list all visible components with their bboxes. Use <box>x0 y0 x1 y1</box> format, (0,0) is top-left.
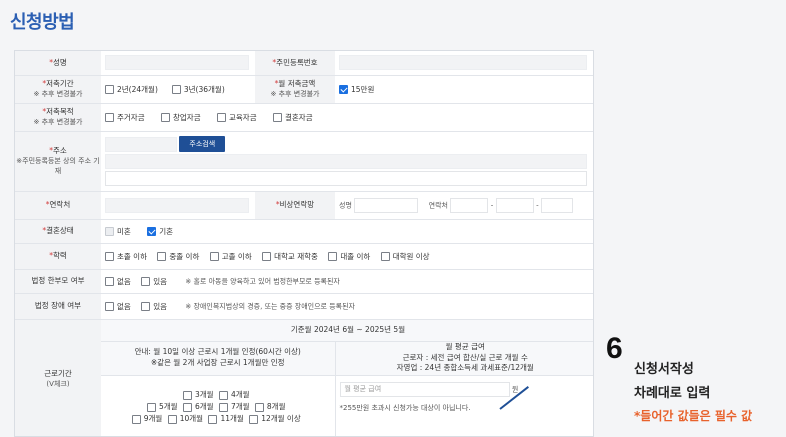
income-cell: 월 평균 급여 원 *255만원 초과시 신청가능 대상이 아닙니다. <box>335 375 593 436</box>
month-11-option[interactable]: 11개월 <box>208 413 244 425</box>
application-form: *성명 *주민등록번호 *저축기간 ※ 추후 변경불가 2년(24개월) 3년(3… <box>14 50 594 437</box>
step-subtitle: 차례대로 입력 <box>634 386 711 401</box>
purpose-startup-option[interactable]: 창업자금 <box>161 112 201 123</box>
purpose-education-option[interactable]: 교육자금 <box>217 112 257 123</box>
row-work-period-inputs: 3개월 4개월 5개월 6개월 7개월 8개월 9개월 10개월 11개월 12… <box>15 375 593 436</box>
required-note: *들어간 값들은 필수 값 <box>634 409 753 423</box>
row-marital: *결혼상태 미혼 기혼 <box>15 219 593 244</box>
base-month: 기준월 2024년 6월 ~ 2025년 5월 <box>101 319 593 342</box>
row-contact: *연락처 *비상연락망 성명 연락처 - - <box>15 191 593 220</box>
emergency-phone-part1[interactable] <box>450 197 489 213</box>
label-contact: *연락처 <box>15 191 101 220</box>
row-work-period-guide: 안내: 월 10일 이상 근로시 1개월 인정(60시간 이상) ※같은 월 2… <box>15 341 593 376</box>
row-purpose: *저축목적 ※ 추후 변경불가 주거자금 창업자금 교육자금 결혼자금 <box>15 103 593 132</box>
row-education: *학력 초졸 이하 중졸 이하 고졸 이하 대학교 재학중 대졸 이하 대학원 … <box>15 243 593 270</box>
income-note: *255만원 초과시 신청가능 대상이 아닙니다. <box>339 403 471 412</box>
income-unit: 원 <box>511 385 519 393</box>
emergency-name-input[interactable] <box>354 197 419 213</box>
edu-high-option[interactable]: 고졸 이하 <box>209 251 252 262</box>
monthly-income-input[interactable]: 월 평균 급여 <box>339 381 510 397</box>
emergency-phone-part3[interactable] <box>541 197 574 213</box>
step-number: 6 <box>606 332 623 365</box>
income-guide: 월 평균 급여 근로자 : 세전 급여 합산/실 근로 개월 수 자영업 : 2… <box>335 341 593 376</box>
label-education: *학력 <box>15 243 101 270</box>
label-monthly-amount: *월 저축금액 ※ 추후 변경불가 <box>255 75 335 104</box>
form-table: *성명 *주민등록번호 *저축기간 ※ 추후 변경불가 2년(24개월) 3년(3… <box>15 51 593 436</box>
label-purpose: *저축목적 ※ 추후 변경불가 <box>15 103 101 132</box>
edu-middle-option[interactable]: 중졸 이하 <box>157 251 199 262</box>
disability-no-option[interactable]: 없음 <box>105 301 131 312</box>
month-3-option[interactable]: 3개월 <box>182 389 214 401</box>
single-parent-yes-option[interactable]: 있음 <box>141 276 167 287</box>
marital-single-option[interactable]: 미혼 <box>105 226 131 237</box>
month-7-option[interactable]: 7개월 <box>218 401 250 413</box>
label-work-period: 근로기간 (V체크) <box>15 319 101 436</box>
dash-2: - <box>536 201 539 209</box>
address-line2-input[interactable] <box>105 171 587 186</box>
label-resident-no: *주민등록번호 <box>255 51 335 76</box>
label-disability: 법정 장애 여부 <box>15 293 101 320</box>
label-single-parent: 법정 한부모 여부 <box>15 269 101 294</box>
dash-1: - <box>490 201 494 209</box>
row-name: *성명 *주민등록번호 <box>15 51 593 76</box>
single-parent-no-option[interactable]: 없음 <box>105 276 131 287</box>
label-name: *성명 <box>15 51 101 76</box>
month-4-option[interactable]: 4개월 <box>218 389 250 401</box>
month-10-option[interactable]: 10개월 <box>167 413 203 425</box>
row-disability: 법정 장애 여부 없음 있음 ※ 장애인복지법상의 경증, 또는 중증 장애인으… <box>15 293 593 320</box>
row-address: *주소 ※주민등록등본 상의 주소 기재 주소검색 <box>15 131 593 192</box>
month-5-option[interactable]: 5개월 <box>147 401 178 413</box>
label-saving-period: *저축기간 ※ 추후 변경불가 <box>15 75 101 104</box>
disability-hint: ※ 장애인복지법상의 경증, 또는 중증 장애인으로 등록된자 <box>185 302 355 310</box>
month-12-plus-option[interactable]: 12개월 이상 <box>249 413 301 425</box>
months-selector: 3개월 4개월 5개월 6개월 7개월 8개월 9개월 10개월 11개월 12… <box>101 375 336 436</box>
emergency-phone-label: 연락처 <box>428 201 448 209</box>
row-saving-period: *저축기간 ※ 추후 변경불가 2년(24개월) 3년(36개월) *월 저축금액… <box>15 75 593 104</box>
resident-no-input[interactable] <box>339 55 587 71</box>
address-line1-input[interactable] <box>105 154 587 169</box>
row-single-parent: 법정 한부모 여부 없음 있음 ※ 홀로 아동을 양육하고 있어 법정한부모로 … <box>15 269 593 294</box>
saving-period-24-option[interactable]: 2년(24개월) <box>105 84 158 95</box>
edu-college-option[interactable]: 대졸 이하 <box>328 251 370 262</box>
month-9-option[interactable]: 9개월 <box>131 413 162 425</box>
row-work-period: 근로기간 (V체크) 기준월 2024년 6월 ~ 2025년 5월 <box>15 319 593 436</box>
edu-graduate-option[interactable]: 대학원 이상 <box>380 251 430 262</box>
checked-checkbox[interactable] <box>339 84 348 94</box>
contact-input[interactable] <box>105 197 249 213</box>
month-6-option[interactable]: 6개월 <box>182 401 214 413</box>
page-title: 신청방법 <box>10 12 75 33</box>
emergency-phone-part2[interactable] <box>495 197 534 213</box>
work-guide: 안내: 월 10일 이상 근로시 1개월 인정(60시간 이상) ※같은 월 2… <box>101 341 336 376</box>
emergency-name-label: 성명 <box>339 201 352 209</box>
address-search-button[interactable]: 주소검색 <box>179 136 226 152</box>
label-address: *주소 ※주민등록등본 상의 주소 기재 <box>15 131 101 192</box>
label-marital: *결혼상태 <box>15 219 101 244</box>
single-parent-hint: ※ 홀로 아동을 양육하고 있어 법정한부모로 등록된자 <box>185 277 340 285</box>
purpose-marriage-option[interactable]: 결혼자금 <box>273 112 313 123</box>
edu-elementary-option[interactable]: 초졸 이하 <box>105 251 147 262</box>
zipcode-input[interactable] <box>105 136 177 152</box>
marital-married-option[interactable]: 기혼 <box>147 226 173 237</box>
label-emergency: *비상연락망 <box>255 191 335 220</box>
purpose-housing-option[interactable]: 주거자금 <box>105 112 145 123</box>
monthly-amount-15-option[interactable]: 15만원 <box>339 84 374 95</box>
edu-college-enrolled-option[interactable]: 대학교 재학중 <box>262 251 318 262</box>
disability-yes-option[interactable]: 있음 <box>141 301 167 312</box>
month-8-option[interactable]: 8개월 <box>254 401 285 413</box>
name-input[interactable] <box>105 55 249 71</box>
checked-checkbox[interactable] <box>147 226 157 236</box>
step-title: 신청서작성 <box>634 362 694 377</box>
saving-period-36-option[interactable]: 3년(36개월) <box>171 84 225 95</box>
